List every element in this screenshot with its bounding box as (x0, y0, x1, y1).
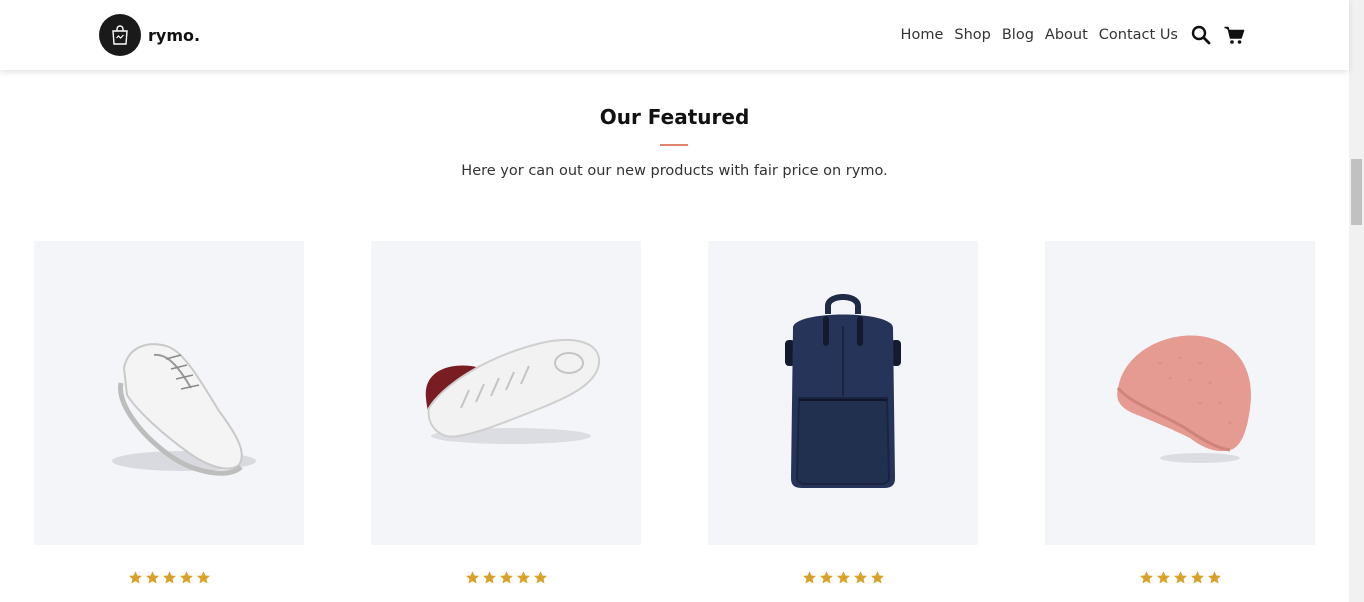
star-icon (145, 571, 159, 584)
title-underline (660, 144, 688, 146)
star-icon (516, 571, 530, 584)
star-icon (819, 571, 833, 584)
star-icon (870, 571, 884, 584)
rating-stars (708, 570, 978, 585)
section-title: Our Featured (599, 105, 750, 129)
page-scrollbar-track[interactable] (1349, 0, 1364, 602)
product-card (708, 241, 978, 585)
star-icon (1156, 571, 1170, 584)
nav-shop[interactable]: Shop (954, 27, 990, 43)
star-icon (179, 571, 193, 584)
cart-icon[interactable] (1224, 26, 1245, 45)
search-icon[interactable] (1191, 25, 1211, 45)
product-card (371, 241, 641, 585)
main-nav: Home Shop Blog About Contact Us (901, 0, 1245, 70)
star-icon (853, 571, 867, 584)
star-icon (162, 571, 176, 584)
site-header: rymo. Home Shop Blog About Contact Us (0, 0, 1349, 70)
star-icon (1190, 571, 1204, 584)
product-card (1045, 241, 1315, 585)
rating-stars (371, 570, 641, 585)
nav-home[interactable]: Home (901, 27, 944, 43)
section-subtitle: Here yor can out our new products with f… (461, 163, 888, 179)
star-icon (1207, 571, 1221, 584)
star-icon (128, 571, 142, 584)
product-image-maroon-sneaker[interactable] (371, 241, 641, 545)
product-card (34, 241, 304, 585)
brand-logo-link[interactable]: rymo. (99, 14, 200, 56)
star-icon (836, 571, 850, 584)
star-icon (533, 571, 547, 584)
page-scrollbar-thumb[interactable] (1351, 159, 1362, 225)
nav-about[interactable]: About (1045, 27, 1088, 43)
rating-stars (34, 570, 304, 585)
star-icon (482, 571, 496, 584)
brand-name: rymo. (148, 25, 201, 45)
product-image-navy-backpack[interactable] (708, 241, 978, 545)
product-image-white-sneaker[interactable] (34, 241, 304, 545)
star-icon (465, 571, 479, 584)
star-icon (1139, 571, 1153, 584)
rating-stars (1045, 570, 1315, 585)
nav-contact-us[interactable]: Contact Us (1099, 27, 1178, 43)
shopping-bag-logo-icon (99, 14, 141, 56)
star-icon (802, 571, 816, 584)
star-icon (196, 571, 210, 584)
star-icon (499, 571, 513, 584)
product-image-pink-beanie[interactable] (1045, 241, 1315, 545)
star-icon (1173, 571, 1187, 584)
nav-blog[interactable]: Blog (1002, 27, 1034, 43)
